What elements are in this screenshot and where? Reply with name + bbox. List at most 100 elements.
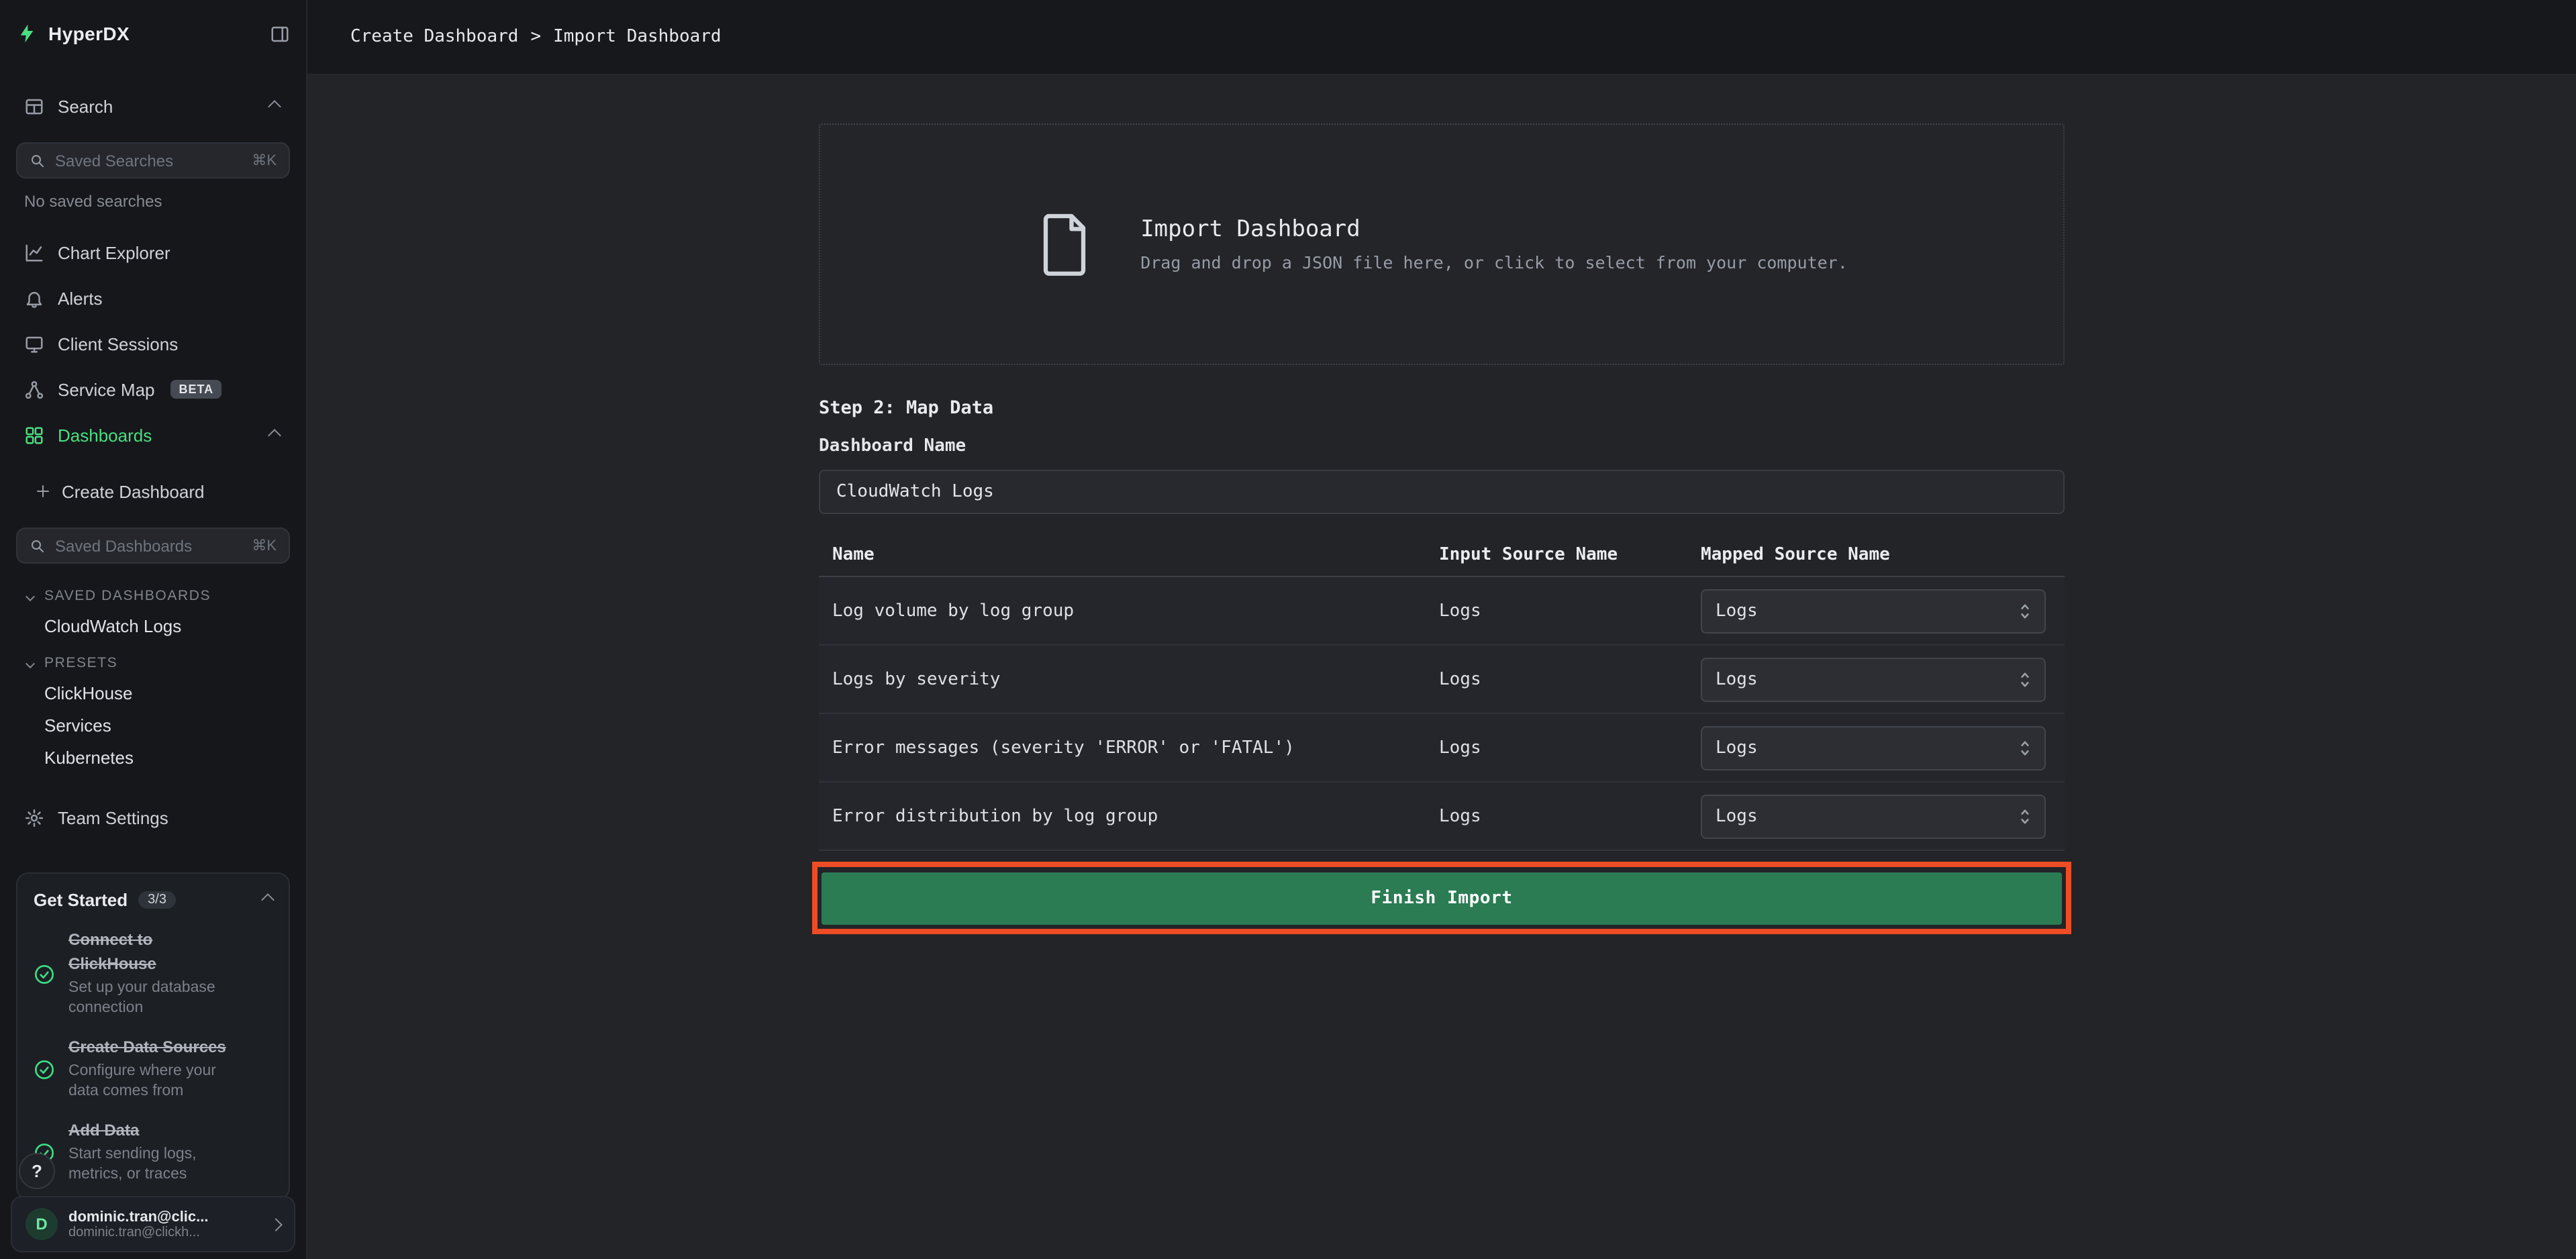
- check-circle-icon: [34, 1036, 55, 1102]
- saved-dashboards-input[interactable]: Saved Dashboards ⌘K: [16, 527, 290, 564]
- table-header-row: Name Input Source Name Mapped Source Nam…: [819, 533, 2065, 577]
- service-map-icon: [24, 379, 44, 399]
- hyperdx-logo-icon: [16, 23, 38, 44]
- select-updown-icon: [2019, 739, 2031, 756]
- get-started-item-sources[interactable]: Create Data Sources Configure where your…: [34, 1035, 273, 1102]
- saved-dashboards-shortcut: ⌘K: [252, 537, 277, 554]
- chart-name-cell: Error messages (severity 'ERROR' or 'FAT…: [819, 738, 1426, 758]
- finish-import-button[interactable]: Finish Import: [822, 872, 2062, 925]
- mapped-source-value: Logs: [1716, 601, 1758, 621]
- magnifier-icon: [30, 152, 46, 168]
- get-started-item-desc: Start sending logs, metrics, or traces: [68, 1145, 238, 1185]
- sidebar: HyperDX Search Saved Searches ⌘K No: [0, 0, 307, 1259]
- mapped-source-value: Logs: [1716, 669, 1758, 689]
- clickhouse-label: ClickHouse: [44, 683, 133, 703]
- user-menu[interactable]: D dominic.tran@clic... dominic.tran@clic…: [11, 1196, 295, 1252]
- saved-searches-placeholder: Saved Searches: [55, 151, 173, 170]
- services-label: Services: [44, 715, 111, 735]
- select-updown-icon: [2019, 670, 2031, 688]
- chart-name-cell: Error distribution by log group: [819, 806, 1426, 826]
- sidebar-nav: Chart Explorer Alerts Client Sessions: [16, 230, 290, 458]
- get-started-item-title: Connect to ClickHouse: [68, 930, 156, 973]
- chevron-down-icon: [26, 658, 35, 668]
- mapped-source-select[interactable]: Logs: [1701, 657, 2046, 701]
- cloudwatch-logs-label: CloudWatch Logs: [44, 615, 181, 636]
- get-started-item-desc: Set up your database connection: [68, 978, 238, 1019]
- breadcrumb-create-dashboard[interactable]: Create Dashboard: [350, 27, 518, 47]
- dropzone-title: Import Dashboard: [1140, 216, 1848, 243]
- dropzone-subtitle: Drag and drop a JSON file here, or click…: [1140, 252, 1848, 272]
- table-row: Error messages (severity 'ERROR' or 'FAT…: [819, 714, 2065, 783]
- sidebar-item-cloudwatch-logs[interactable]: CloudWatch Logs: [16, 609, 290, 642]
- sidebar-item-service-map[interactable]: Service Map BETA: [16, 366, 290, 412]
- breadcrumb-import-dashboard[interactable]: Import Dashboard: [553, 27, 721, 47]
- get-started-item-desc: Configure where your data comes from: [68, 1062, 238, 1102]
- bell-icon: [24, 288, 44, 308]
- get-started-header[interactable]: Get Started 3/3: [34, 887, 273, 911]
- step-heading: Step 2: Map Data: [819, 397, 2065, 420]
- dashboards-grid-icon: [24, 425, 44, 445]
- sidebar-item-services[interactable]: Services: [16, 709, 290, 741]
- saved-searches-shortcut: ⌘K: [252, 152, 277, 169]
- table-row: Logs by severity Logs Logs: [819, 646, 2065, 714]
- col-header-mapped-source: Mapped Source Name: [1687, 544, 2065, 564]
- mapped-source-value: Logs: [1716, 806, 1758, 826]
- sidebar-item-client-sessions[interactable]: Client Sessions: [16, 321, 290, 366]
- saved-searches-input[interactable]: Saved Searches ⌘K: [16, 142, 290, 179]
- presets-section-label: PRESETS: [44, 655, 117, 671]
- get-started-item-title: Add Data: [68, 1121, 139, 1140]
- sidebar-item-chart-explorer[interactable]: Chart Explorer: [16, 230, 290, 275]
- mapped-source-select[interactable]: Logs: [1701, 794, 2046, 838]
- chevron-up-icon: [263, 887, 273, 911]
- sidebar-collapse-icon[interactable]: [270, 23, 290, 44]
- search-section-label: Search: [58, 96, 113, 116]
- check-circle-icon: [34, 929, 55, 1019]
- help-button[interactable]: ?: [19, 1153, 55, 1189]
- source-mapping-table: Name Input Source Name Mapped Source Nam…: [819, 533, 2065, 851]
- col-header-name: Name: [819, 544, 1426, 564]
- file-icon: [1036, 211, 1092, 278]
- presets-section-header[interactable]: PRESETS: [16, 650, 290, 676]
- gear-icon: [24, 807, 44, 827]
- search-section-icon: [24, 96, 44, 116]
- table-row: Log volume by log group Logs Logs: [819, 577, 2065, 646]
- create-dashboard-label: Create Dashboard: [62, 481, 204, 501]
- mapped-source-select[interactable]: Logs: [1701, 589, 2046, 633]
- input-source-cell: Logs: [1426, 806, 1687, 826]
- dashboard-name-label: Dashboard Name: [819, 436, 2065, 459]
- breadcrumb-separator: >: [530, 27, 541, 47]
- col-header-input-source: Input Source Name: [1426, 544, 1687, 564]
- app-window: HyperDX Search Saved Searches ⌘K No: [0, 0, 2576, 1259]
- chart-icon: [24, 242, 44, 262]
- saved-dashboards-section-header[interactable]: SAVED DASHBOARDS: [16, 583, 290, 609]
- service-map-label: Service Map: [58, 379, 155, 399]
- import-dropzone[interactable]: Import Dashboard Drag and drop a JSON fi…: [819, 123, 2065, 365]
- select-updown-icon: [2019, 807, 2031, 825]
- sidebar-item-team-settings[interactable]: Team Settings: [16, 797, 290, 838]
- sidebar-item-kubernetes[interactable]: Kubernetes: [16, 741, 290, 773]
- create-dashboard-button[interactable]: Create Dashboard: [16, 471, 290, 511]
- mapped-source-select[interactable]: Logs: [1701, 725, 2046, 770]
- get-started-progress-badge: 3/3: [138, 891, 176, 908]
- sidebar-item-alerts[interactable]: Alerts: [16, 275, 290, 321]
- team-settings-label: Team Settings: [58, 807, 168, 827]
- dashboard-name-input[interactable]: [819, 470, 2065, 514]
- mapped-source-value: Logs: [1716, 738, 1758, 758]
- chart-explorer-label: Chart Explorer: [58, 242, 170, 262]
- input-source-cell: Logs: [1426, 738, 1687, 758]
- get-started-item-add-data[interactable]: Add Data Start sending logs, metrics, or…: [34, 1118, 273, 1185]
- magnifier-icon: [30, 538, 46, 554]
- page-content: Import Dashboard Drag and drop a JSON fi…: [307, 75, 2576, 1259]
- chart-name-cell: Logs by severity: [819, 669, 1426, 689]
- saved-dashboards-placeholder: Saved Dashboards: [55, 536, 192, 555]
- get-started-item-connect[interactable]: Connect to ClickHouse Set up your databa…: [34, 927, 273, 1019]
- alerts-label: Alerts: [58, 288, 102, 308]
- chart-name-cell: Log volume by log group: [819, 601, 1426, 621]
- breadcrumb: Create Dashboard > Import Dashboard: [307, 0, 2576, 75]
- sidebar-item-dashboards[interactable]: Dashboards: [16, 412, 290, 458]
- sidebar-item-search[interactable]: Search: [16, 86, 290, 126]
- sidebar-item-clickhouse[interactable]: ClickHouse: [16, 676, 290, 709]
- chevron-up-icon: [270, 101, 282, 111]
- client-sessions-label: Client Sessions: [58, 334, 178, 354]
- click-highlight-annotation: Finish Import: [812, 862, 2071, 934]
